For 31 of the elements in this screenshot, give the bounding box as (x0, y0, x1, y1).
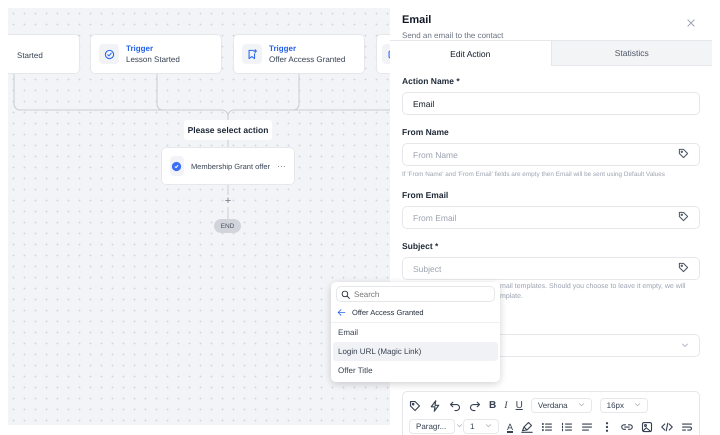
text-color-button[interactable]: A (506, 422, 513, 432)
menu-item[interactable]: Login URL (Magic Link) (333, 342, 498, 361)
toolbar-select[interactable]: 16px (600, 398, 648, 413)
text-field[interactable]: Email (402, 92, 700, 115)
action-prompt: Please select action (184, 120, 272, 140)
trigger-label: Trigger (269, 44, 298, 53)
trigger-card[interactable]: Trigger Lesson Started (90, 34, 222, 74)
trigger-name: Lesson Started (126, 55, 180, 64)
trigger-name: Offer Access Granted (269, 55, 346, 64)
trigger-card[interactable]: Started (8, 34, 80, 74)
panel-title: Email (402, 14, 432, 26)
field-label: From Email (402, 190, 450, 200)
field-label: Action Name * (402, 76, 461, 86)
toolbar-select[interactable]: Verdana (530, 398, 592, 413)
trigger-card[interactable]: Trigger Offer Access Granted (233, 34, 365, 74)
menu-item[interactable]: Email (333, 323, 498, 342)
field-label: From Name (402, 127, 450, 137)
toolbar-select[interactable]: 1 (462, 419, 499, 434)
trigger-label: Trigger (126, 44, 154, 53)
more-menu[interactable]: ··· (277, 161, 286, 171)
editor-box[interactable]: B I U Verdana 16px Paragr... 1 A (402, 391, 700, 435)
underline-button[interactable]: U (516, 400, 523, 411)
add-step[interactable]: + (223, 195, 233, 207)
italic-button[interactable]: I (504, 400, 508, 411)
tab[interactable]: Statistics (550, 41, 712, 66)
field-label: Subject * (402, 241, 440, 251)
panel-subtitle: Send an email to the contact (402, 31, 504, 40)
bold-button[interactable]: B (489, 400, 496, 411)
trigger-name: Started (17, 50, 43, 60)
menu-item[interactable]: Offer Title (333, 361, 498, 380)
search-field[interactable]: Search (336, 286, 495, 302)
